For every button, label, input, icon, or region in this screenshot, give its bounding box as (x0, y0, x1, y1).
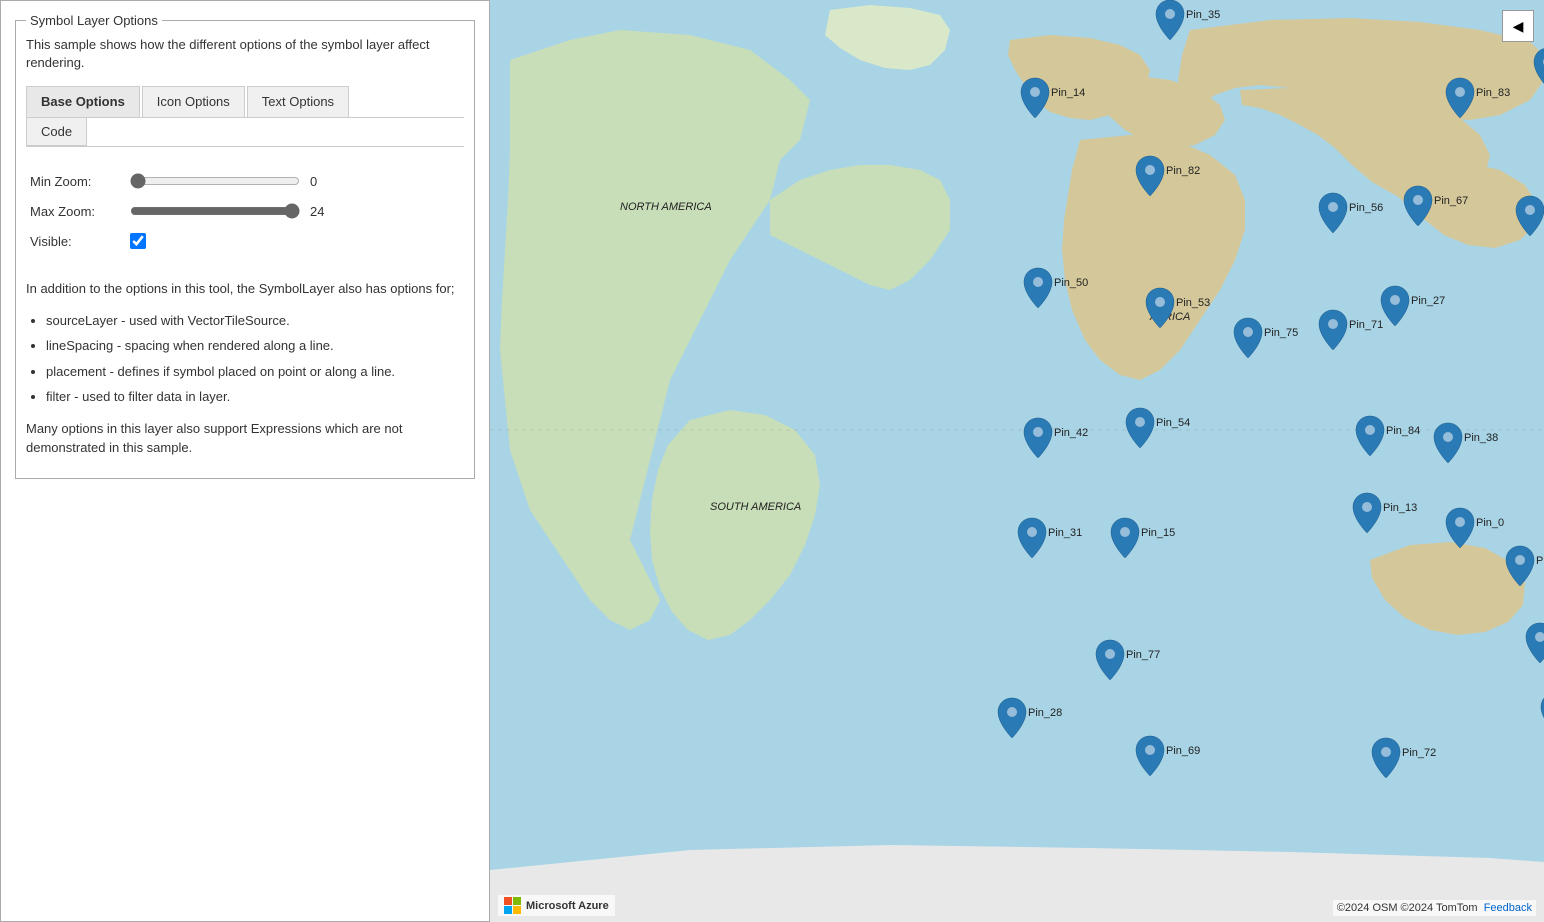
map-svg: NORTH AMERICA SOUTH AMERICA AFRICA Pin_3… (490, 0, 1544, 922)
svg-text:Pin_28: Pin_28 (1028, 707, 1062, 719)
map-attribution: ©2024 OSM ©2024 TomTom Feedback (1333, 900, 1536, 916)
azure-attribution: Microsoft Azure (498, 895, 615, 916)
svg-text:Pin_67: Pin_67 (1434, 195, 1468, 207)
bullet-item: filter - used to filter data in layer. (46, 387, 464, 407)
info-para1: In addition to the options in this tool,… (26, 279, 464, 299)
svg-text:Pin_82: Pin_82 (1166, 165, 1200, 177)
svg-text:Pin_71: Pin_71 (1349, 319, 1383, 331)
azure-sq3 (504, 906, 512, 914)
azure-sq1 (504, 897, 512, 905)
left-panel: Symbol Layer Options This sample shows h… (0, 0, 490, 922)
max-zoom-slider[interactable] (130, 203, 300, 219)
svg-text:Pin_50: Pin_50 (1054, 277, 1088, 289)
panel-title: Symbol Layer Options (26, 13, 162, 28)
options-area: Min Zoom: 0 Max Zoom: 24 Visible: (26, 165, 464, 271)
svg-text:Pin_77: Pin_77 (1126, 649, 1160, 661)
svg-text:SOUTH AMERICA: SOUTH AMERICA (710, 501, 801, 513)
svg-text:Pin_31: Pin_31 (1048, 527, 1082, 539)
svg-text:Pin_14: Pin_14 (1051, 87, 1085, 99)
azure-sq2 (513, 897, 521, 905)
svg-text:Pin_69: Pin_69 (1166, 745, 1200, 757)
svg-text:Pin_84: Pin_84 (1386, 425, 1420, 437)
tabs-row1: Base Options Icon Options Text Options (26, 86, 464, 118)
svg-text:Pin_15: Pin_15 (1141, 527, 1175, 539)
feedback-link[interactable]: Feedback (1484, 902, 1532, 914)
min-zoom-value: 0 (310, 174, 335, 189)
min-zoom-row: Min Zoom: 0 (30, 173, 460, 189)
visible-checkbox[interactable] (130, 233, 146, 249)
tab-text-options[interactable]: Text Options (247, 86, 349, 117)
azure-logo-icon (504, 897, 521, 914)
svg-text:Pin_42: Pin_42 (1054, 427, 1088, 439)
azure-sq4 (513, 906, 521, 914)
svg-text:Pin_73: Pin_73 (1536, 555, 1544, 567)
svg-text:Pin_72: Pin_72 (1402, 747, 1436, 759)
max-zoom-row: Max Zoom: 24 (30, 203, 460, 219)
bullet-list: sourceLayer - used with VectorTileSource… (26, 311, 464, 407)
svg-text:Pin_54: Pin_54 (1156, 417, 1190, 429)
azure-label: Microsoft Azure (526, 900, 609, 912)
svg-text:Pin_13: Pin_13 (1383, 502, 1417, 514)
svg-text:Pin_83: Pin_83 (1476, 87, 1510, 99)
info-para2: Many options in this layer also support … (26, 419, 464, 458)
min-zoom-label: Min Zoom: (30, 174, 130, 189)
tab-icon-options[interactable]: Icon Options (142, 86, 245, 117)
bullet-item: placement - defines if symbol placed on … (46, 362, 464, 382)
svg-text:Pin_35: Pin_35 (1186, 9, 1220, 21)
tab-base-options[interactable]: Base Options (26, 86, 140, 117)
svg-text:Pin_56: Pin_56 (1349, 202, 1383, 214)
max-zoom-label: Max Zoom: (30, 204, 130, 219)
svg-text:Pin_75: Pin_75 (1264, 327, 1298, 339)
max-zoom-slider-container: 24 (130, 203, 335, 219)
max-zoom-value: 24 (310, 204, 335, 219)
attribution-text: ©2024 OSM ©2024 TomTom (1337, 902, 1478, 914)
visible-label: Visible: (30, 234, 130, 249)
bullet-item: lineSpacing - spacing when rendered alon… (46, 336, 464, 356)
panel-description: This sample shows how the different opti… (26, 36, 464, 72)
tab-code[interactable]: Code (26, 118, 87, 146)
svg-text:Pin_0: Pin_0 (1476, 517, 1504, 529)
tabs-row2: Code (26, 118, 464, 147)
bullet-item: sourceLayer - used with VectorTileSource… (46, 311, 464, 331)
map-collapse-button[interactable]: ◀ (1502, 10, 1534, 42)
map-area[interactable]: NORTH AMERICA SOUTH AMERICA AFRICA Pin_3… (490, 0, 1544, 922)
visible-row: Visible: (30, 233, 460, 249)
min-zoom-slider-container: 0 (130, 173, 335, 189)
svg-text:NORTH AMERICA: NORTH AMERICA (620, 201, 712, 213)
svg-text:Pin_27: Pin_27 (1411, 295, 1445, 307)
svg-text:Pin_53: Pin_53 (1176, 297, 1210, 309)
min-zoom-slider[interactable] (130, 173, 300, 189)
svg-text:Pin_38: Pin_38 (1464, 432, 1498, 444)
